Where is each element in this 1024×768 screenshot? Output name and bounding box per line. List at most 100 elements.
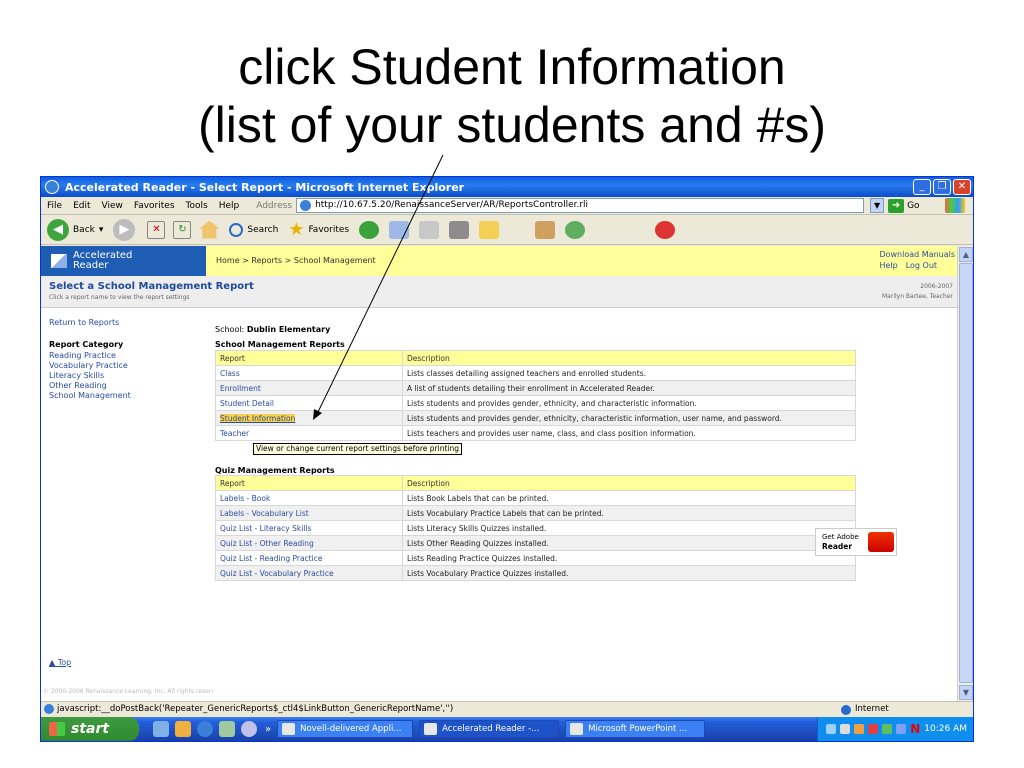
nav-vocabulary-practice[interactable]: Vocabulary Practice: [49, 361, 131, 371]
report-link[interactable]: Class: [215, 365, 403, 381]
scroll-thumb[interactable]: [959, 263, 973, 683]
favorites-star-icon: ★: [288, 218, 305, 240]
menu-help[interactable]: Help: [219, 201, 240, 211]
logout-link[interactable]: Log Out: [906, 260, 937, 271]
report-link[interactable]: Student Detail: [215, 395, 403, 411]
quicklaunch-media-icon[interactable]: [241, 721, 257, 737]
student-information-label[interactable]: Student Information: [220, 413, 296, 423]
edit-icon[interactable]: [449, 220, 470, 239]
top-link[interactable]: ▲ Top: [49, 658, 71, 667]
report-description: Lists Book Labels that can be printed.: [402, 490, 856, 506]
nav-literacy-skills[interactable]: Literacy Skills: [49, 371, 131, 381]
tray-novell-icon[interactable]: N: [910, 722, 920, 736]
taskbar-novell[interactable]: Novell-delivered Appli...: [277, 720, 414, 738]
quicklaunch-desktop-icon[interactable]: [153, 721, 169, 737]
menu-tools[interactable]: Tools: [186, 201, 208, 211]
quicklaunch-outlook-icon[interactable]: [175, 721, 191, 737]
taskbar-powerpoint[interactable]: Microsoft PowerPoint ...: [565, 720, 706, 738]
address-dropdown-icon[interactable]: ▼: [870, 198, 885, 213]
menu-edit[interactable]: Edit: [73, 201, 90, 211]
start-button[interactable]: start: [41, 717, 139, 741]
tray-mail-icon[interactable]: [896, 724, 907, 734]
menu-file[interactable]: File: [47, 201, 62, 211]
quicklaunch-app-icon[interactable]: [219, 721, 235, 737]
acrobat-icon[interactable]: [655, 220, 676, 239]
tray-sound-icon[interactable]: [840, 724, 851, 734]
report-link[interactable]: Enrollment: [215, 380, 403, 396]
quicklaunch-ie-icon[interactable]: [197, 721, 213, 737]
folder-icon[interactable]: [479, 220, 500, 239]
header-links: Download Manuals Help Log Out: [879, 249, 955, 271]
get-adobe-reader-badge[interactable]: Get Adobe Reader: [815, 528, 897, 556]
copyright: © 2000-2006 Renaissance Learning, Inc. A…: [43, 688, 225, 695]
refresh-icon[interactable]: ↻: [173, 220, 192, 239]
table-row: Teacher Lists teachers and provides user…: [215, 425, 856, 441]
favorites-button[interactable]: ★ Favorites: [288, 218, 350, 240]
report-link[interactable]: Labels - Vocabulary List: [215, 505, 403, 521]
tray-antivirus-icon[interactable]: [854, 724, 865, 734]
scroll-up-icon[interactable]: ▲: [959, 247, 973, 262]
scroll-down-icon[interactable]: ▼: [959, 685, 973, 700]
mail-icon[interactable]: [389, 220, 410, 239]
history-icon[interactable]: [359, 220, 380, 239]
back-dropdown-icon[interactable]: ▾: [99, 225, 104, 235]
stop-icon[interactable]: ✕: [147, 220, 166, 239]
col-description-header: Description: [402, 475, 856, 491]
table-header: Report Description: [215, 350, 856, 366]
school-name: Dublin Elementary: [246, 325, 331, 334]
window-titlebar[interactable]: Accelerated Reader - Select Report - Mic…: [41, 177, 973, 197]
school-reports-table: Report Description Class Lists classes d…: [215, 350, 856, 441]
report-link[interactable]: Quiz List - Other Reading: [215, 535, 403, 551]
system-tray: N 10:26 AM: [817, 717, 973, 741]
home-icon[interactable]: [199, 220, 220, 239]
adobe-line2: Reader: [822, 542, 853, 551]
security-zone: Internet: [841, 702, 889, 717]
tray-network-icon[interactable]: [826, 724, 837, 734]
back-arrow-icon: ◀: [47, 218, 69, 241]
ar-logo[interactable]: Accelerated Reader: [41, 246, 206, 276]
back-button[interactable]: ◀ Back ▾: [47, 218, 104, 241]
tooltip: View or change current report settings b…: [253, 443, 462, 455]
report-link[interactable]: Labels - Book: [215, 490, 403, 506]
student-information-link[interactable]: Student Information: [215, 410, 403, 426]
report-description: A list of students detailing their enrol…: [402, 380, 856, 396]
search-button[interactable]: Search: [229, 222, 278, 237]
minimize-icon[interactable]: _: [913, 179, 931, 195]
table-row: Quiz List - Other Reading Lists Other Re…: [215, 535, 856, 551]
table-row-student-information: Student Information Lists students and p…: [215, 410, 856, 426]
quicklaunch-more-icon[interactable]: »: [265, 724, 271, 735]
breadcrumb[interactable]: Home > Reports > School Management: [216, 256, 376, 265]
report-link[interactable]: Quiz List - Vocabulary Practice: [215, 565, 403, 581]
app-header: Accelerated Reader Home > Reports > Scho…: [41, 246, 959, 276]
menu-view[interactable]: View: [102, 201, 123, 211]
nav-reading-practice[interactable]: Reading Practice: [49, 351, 131, 361]
nav-school-management[interactable]: School Management: [49, 391, 131, 401]
download-manuals-link[interactable]: Download Manuals: [879, 249, 955, 260]
clock: 10:26 AM: [924, 724, 967, 734]
maximize-icon[interactable]: ❐: [933, 179, 951, 195]
research-icon[interactable]: [535, 220, 556, 239]
back-label: Back: [73, 224, 95, 235]
report-description: Lists students and provides gender, ethn…: [402, 395, 856, 411]
address-bar[interactable]: http://10.67.5.20/RenaissanceServer/AR/R…: [296, 198, 865, 213]
report-link[interactable]: Teacher: [215, 425, 403, 441]
tray-messenger-icon[interactable]: [882, 724, 893, 734]
taskbar-accelerated-reader[interactable]: Accelerated Reader -...: [419, 720, 560, 738]
adobe-line1: Get Adobe: [822, 533, 859, 541]
report-link[interactable]: Quiz List - Reading Practice: [215, 550, 403, 566]
tray-update-icon[interactable]: [868, 724, 879, 734]
print-icon[interactable]: [419, 220, 440, 239]
menu-favorites[interactable]: Favorites: [134, 201, 175, 211]
slide-title-line2: (list of your students and #s): [197, 97, 827, 153]
vertical-scrollbar[interactable]: ▲ ▼: [957, 246, 973, 701]
messenger-icon[interactable]: [565, 220, 586, 239]
nav-other-reading[interactable]: Other Reading: [49, 381, 131, 391]
close-icon[interactable]: ✕: [953, 179, 971, 195]
go-button[interactable]: ➜ Go: [888, 198, 920, 213]
report-link[interactable]: Quiz List - Literacy Skills: [215, 520, 403, 536]
favorites-label: Favorites: [308, 224, 350, 235]
school-line: School: Dublin Elementary: [215, 325, 330, 334]
return-to-reports-link[interactable]: Return to Reports: [49, 318, 119, 327]
forward-arrow-icon[interactable]: ▶: [113, 218, 136, 241]
help-link[interactable]: Help: [879, 260, 897, 271]
